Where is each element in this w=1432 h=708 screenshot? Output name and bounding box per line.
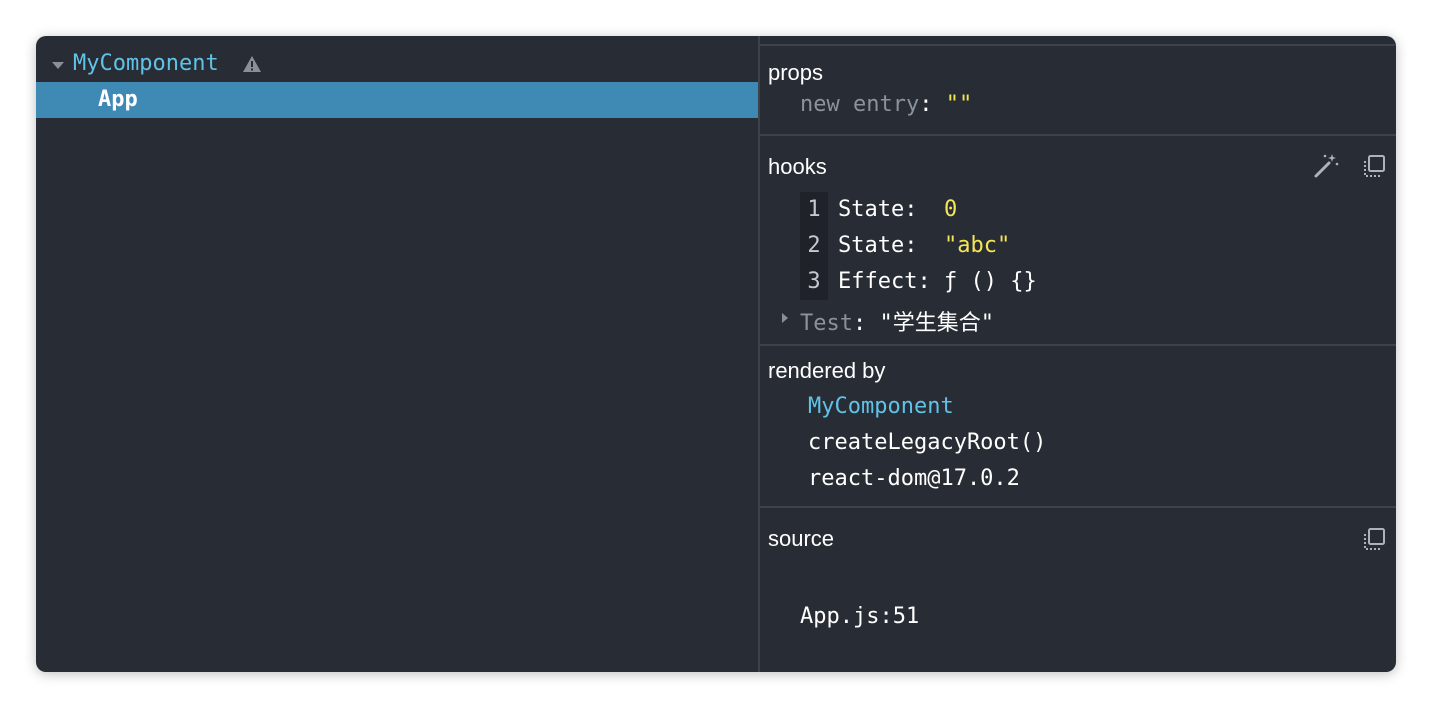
copy-icon[interactable] — [1360, 153, 1388, 181]
hook-value[interactable]: 0 — [944, 197, 957, 222]
props-section: props new entry: "" — [760, 46, 1396, 134]
hook-index: 2 — [800, 228, 828, 264]
new-entry-value[interactable]: "" — [946, 92, 973, 117]
copy-icon[interactable] — [1360, 526, 1388, 554]
colon: : — [917, 269, 944, 294]
hook-index: 3 — [800, 264, 828, 300]
hook-index: 1 — [800, 192, 828, 228]
custom-hook-row[interactable]: Test: "学生集合" — [760, 302, 1396, 338]
hook-name: State — [838, 233, 905, 258]
rendered-by-section: rendered by MyComponent createLegacyRoot… — [760, 346, 1396, 506]
custom-hook-name: Test — [800, 311, 853, 336]
colon: : — [852, 311, 880, 336]
new-entry-key[interactable]: new entry — [800, 92, 919, 117]
props-new-entry[interactable]: new entry: "" — [800, 92, 972, 117]
custom-hook-value: "学生集合" — [879, 311, 994, 336]
tree-item-app[interactable]: App — [36, 82, 758, 118]
hooks-section: hooks 1 State: 0 2 State: "abc" 3 Effect… — [760, 136, 1396, 344]
source-location[interactable]: App.js:51 — [800, 604, 919, 629]
colon: : — [919, 92, 946, 117]
owner-link[interactable]: MyComponent — [808, 394, 954, 419]
hooks-heading: hooks — [768, 154, 827, 179]
tree-item-label: App — [98, 87, 138, 112]
hook-value: ƒ () {} — [943, 269, 1037, 294]
hook-name: State — [838, 197, 905, 222]
hook-row[interactable]: 3 Effect: ƒ () {} — [760, 264, 1396, 300]
colon: : — [904, 233, 944, 258]
warning-triangle-icon[interactable] — [242, 54, 262, 74]
hook-row[interactable]: 1 State: 0 — [760, 192, 1396, 228]
props-heading: props — [768, 60, 824, 85]
rendered-by-item: createLegacyRoot() — [808, 430, 1047, 455]
tree-item-label: MyComponent — [73, 51, 219, 76]
devtools-window: MyComponent App props new entry: "" hook… — [36, 36, 1396, 672]
source-section: source App.js:51 — [760, 508, 1396, 672]
rendered-by-heading: rendered by — [768, 358, 886, 383]
rendered-by-item: react-dom@17.0.2 — [808, 466, 1020, 491]
hook-row[interactable]: 2 State: "abc" — [760, 228, 1396, 264]
source-heading: source — [768, 526, 835, 551]
hook-value[interactable]: "abc" — [944, 233, 1010, 258]
magic-wand-icon[interactable] — [1312, 152, 1340, 180]
expand-caret-icon[interactable] — [52, 62, 64, 69]
colon: : — [904, 197, 944, 222]
component-tree: MyComponent App — [36, 36, 758, 672]
tree-item-mycomponent[interactable]: MyComponent — [36, 46, 758, 82]
hook-name: Effect — [838, 269, 918, 294]
expand-caret-icon[interactable] — [782, 313, 788, 323]
